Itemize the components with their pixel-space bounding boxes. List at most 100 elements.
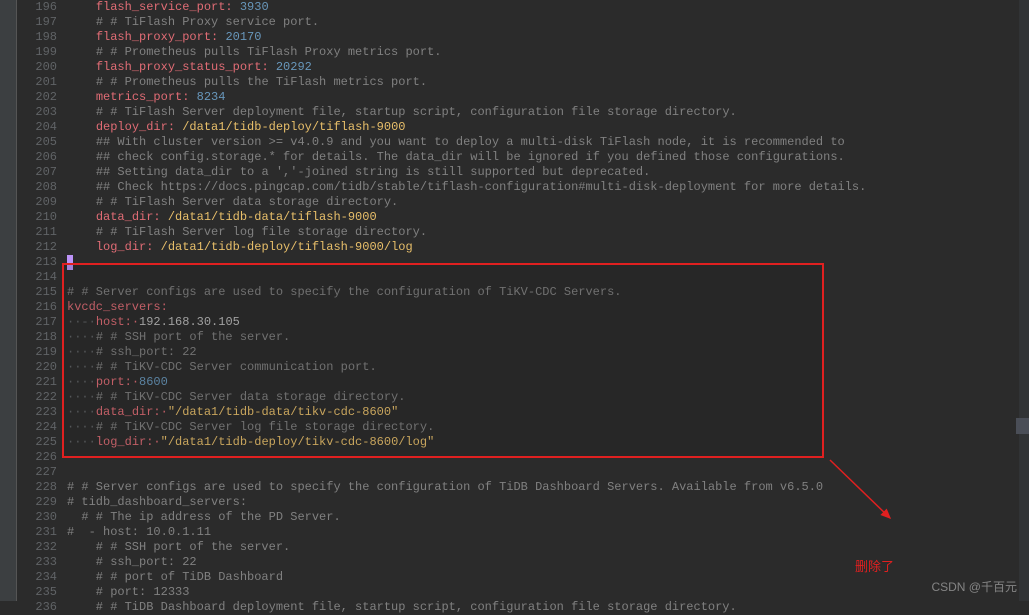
- code-line[interactable]: 211 # # TiFlash Server log file storage …: [17, 225, 1029, 240]
- line-number: 196: [17, 0, 67, 15]
- code-line[interactable]: 216kvcdc_servers:: [17, 300, 1029, 315]
- code-line[interactable]: 210 data_dir: /data1/tidb-data/tiflash-9…: [17, 210, 1029, 225]
- code-line[interactable]: 235 # port: 12333: [17, 585, 1029, 600]
- line-content: flash_proxy_port: 20170: [67, 30, 1029, 45]
- line-content: # # Prometheus pulls the TiFlash metrics…: [67, 75, 1029, 90]
- code-line[interactable]: 212 log_dir: /data1/tidb-deploy/tiflash-…: [17, 240, 1029, 255]
- code-line[interactable]: 215# # Server configs are used to specif…: [17, 285, 1029, 300]
- line-content: # # TiFlash Server data storage director…: [67, 195, 1029, 210]
- code-line[interactable]: 232 # # SSH port of the server.: [17, 540, 1029, 555]
- activity-bar[interactable]: [0, 0, 17, 601]
- line-content: flash_proxy_status_port: 20292: [67, 60, 1029, 75]
- code-line[interactable]: 219····# ssh_port: 22: [17, 345, 1029, 360]
- line-content: [67, 450, 1029, 465]
- code-line[interactable]: 222····# # TiKV-CDC Server data storage …: [17, 390, 1029, 405]
- line-content: ····# ssh_port: 22: [67, 345, 1029, 360]
- code-line[interactable]: 225····log_dir:·"/data1/tidb-deploy/tikv…: [17, 435, 1029, 450]
- code-line[interactable]: 230 # # The ip address of the PD Server.: [17, 510, 1029, 525]
- line-content: ····# # TiKV-CDC Server log file storage…: [67, 420, 1029, 435]
- code-line[interactable]: 201 # # Prometheus pulls the TiFlash met…: [17, 75, 1029, 90]
- line-content: # port: 12333: [67, 585, 1029, 600]
- code-line[interactable]: 208 ## Check https://docs.pingcap.com/ti…: [17, 180, 1029, 195]
- line-number: 205: [17, 135, 67, 150]
- code-line[interactable]: 197 # # TiFlash Proxy service port.: [17, 15, 1029, 30]
- line-content: metrics_port: 8234: [67, 90, 1029, 105]
- code-line[interactable]: 226: [17, 450, 1029, 465]
- watermark: CSDN @千百元: [931, 578, 1017, 595]
- line-number: 235: [17, 585, 67, 600]
- line-number: 212: [17, 240, 67, 255]
- minimap-slider[interactable]: [1016, 418, 1029, 434]
- code-line[interactable]: 236 # # TiDB Dashboard deployment file, …: [17, 600, 1029, 615]
- minimap[interactable]: [1019, 0, 1029, 601]
- line-number: 215: [17, 285, 67, 300]
- line-number: 214: [17, 270, 67, 285]
- code-line[interactable]: 205 ## With cluster version >= v4.0.9 an…: [17, 135, 1029, 150]
- code-line[interactable]: 209 # # TiFlash Server data storage dire…: [17, 195, 1029, 210]
- code-line[interactable]: 196 flash_service_port: 3930: [17, 0, 1029, 15]
- code-line[interactable]: 217··-·host:·192.168.30.105: [17, 315, 1029, 330]
- line-content: log_dir: /data1/tidb-deploy/tiflash-9000…: [67, 240, 1029, 255]
- code-line[interactable]: 206 ## check config.storage.* for detail…: [17, 150, 1029, 165]
- line-content: [67, 255, 1029, 270]
- code-editor[interactable]: 196 flash_service_port: 3930197 # # TiFl…: [17, 0, 1029, 601]
- code-line[interactable]: 224····# # TiKV-CDC Server log file stor…: [17, 420, 1029, 435]
- line-content: ····port:·8600: [67, 375, 1029, 390]
- line-content: # - host: 10.0.1.11: [67, 525, 1029, 540]
- line-number: 217: [17, 315, 67, 330]
- code-line[interactable]: 218····# # SSH port of the server.: [17, 330, 1029, 345]
- line-number: 221: [17, 375, 67, 390]
- line-content: ## check config.storage.* for details. T…: [67, 150, 1029, 165]
- line-number: 218: [17, 330, 67, 345]
- code-line[interactable]: 200 flash_proxy_status_port: 20292: [17, 60, 1029, 75]
- code-line[interactable]: 207 ## Setting data_dir to a ','-joined …: [17, 165, 1029, 180]
- code-line[interactable]: 227: [17, 465, 1029, 480]
- line-content: deploy_dir: /data1/tidb-deploy/tiflash-9…: [67, 120, 1029, 135]
- code-line[interactable]: 229# tidb_dashboard_servers:: [17, 495, 1029, 510]
- code-line[interactable]: 228# # Server configs are used to specif…: [17, 480, 1029, 495]
- line-number: 225: [17, 435, 67, 450]
- line-number: 226: [17, 450, 67, 465]
- code-line[interactable]: 220····# # TiKV-CDC Server communication…: [17, 360, 1029, 375]
- line-number: 222: [17, 390, 67, 405]
- line-number: 208: [17, 180, 67, 195]
- code-line[interactable]: 204 deploy_dir: /data1/tidb-deploy/tifla…: [17, 120, 1029, 135]
- line-content: # # TiFlash Server log file storage dire…: [67, 225, 1029, 240]
- line-content: flash_service_port: 3930: [67, 0, 1029, 15]
- line-content: # # Prometheus pulls TiFlash Proxy metri…: [67, 45, 1029, 60]
- line-number: 197: [17, 15, 67, 30]
- line-number: 207: [17, 165, 67, 180]
- code-line[interactable]: 202 metrics_port: 8234: [17, 90, 1029, 105]
- code-line[interactable]: 231# - host: 10.0.1.11: [17, 525, 1029, 540]
- code-line[interactable]: 214: [17, 270, 1029, 285]
- line-content: # # TiDB Dashboard deployment file, star…: [67, 600, 1029, 615]
- line-content: ····log_dir:·"/data1/tidb-deploy/tikv-cd…: [67, 435, 1029, 450]
- cursor: [67, 255, 73, 270]
- line-number: 230: [17, 510, 67, 525]
- line-number: 223: [17, 405, 67, 420]
- code-line[interactable]: 223····data_dir:·"/data1/tidb-data/tikv-…: [17, 405, 1029, 420]
- line-number: 213: [17, 255, 67, 270]
- line-content: # # Server configs are used to specify t…: [67, 480, 1029, 495]
- line-content: [67, 465, 1029, 480]
- line-content: ····# # SSH port of the server.: [67, 330, 1029, 345]
- line-number: 203: [17, 105, 67, 120]
- line-number: 219: [17, 345, 67, 360]
- line-number: 216: [17, 300, 67, 315]
- line-content: # # TiFlash Server deployment file, star…: [67, 105, 1029, 120]
- line-content: ## Setting data_dir to a ','-joined stri…: [67, 165, 1029, 180]
- line-number: 229: [17, 495, 67, 510]
- code-line[interactable]: 203 # # TiFlash Server deployment file, …: [17, 105, 1029, 120]
- line-content: # # SSH port of the server.: [67, 540, 1029, 555]
- line-content: # # Server configs are used to specify t…: [67, 285, 1029, 300]
- line-content: data_dir: /data1/tidb-data/tiflash-9000: [67, 210, 1029, 225]
- line-content: # # TiFlash Proxy service port.: [67, 15, 1029, 30]
- line-content: kvcdc_servers:: [67, 300, 1029, 315]
- line-number: 209: [17, 195, 67, 210]
- code-line[interactable]: 213: [17, 255, 1029, 270]
- line-number: 234: [17, 570, 67, 585]
- code-line[interactable]: 199 # # Prometheus pulls TiFlash Proxy m…: [17, 45, 1029, 60]
- code-line[interactable]: 198 flash_proxy_port: 20170: [17, 30, 1029, 45]
- code-line[interactable]: 221····port:·8600: [17, 375, 1029, 390]
- line-number: 232: [17, 540, 67, 555]
